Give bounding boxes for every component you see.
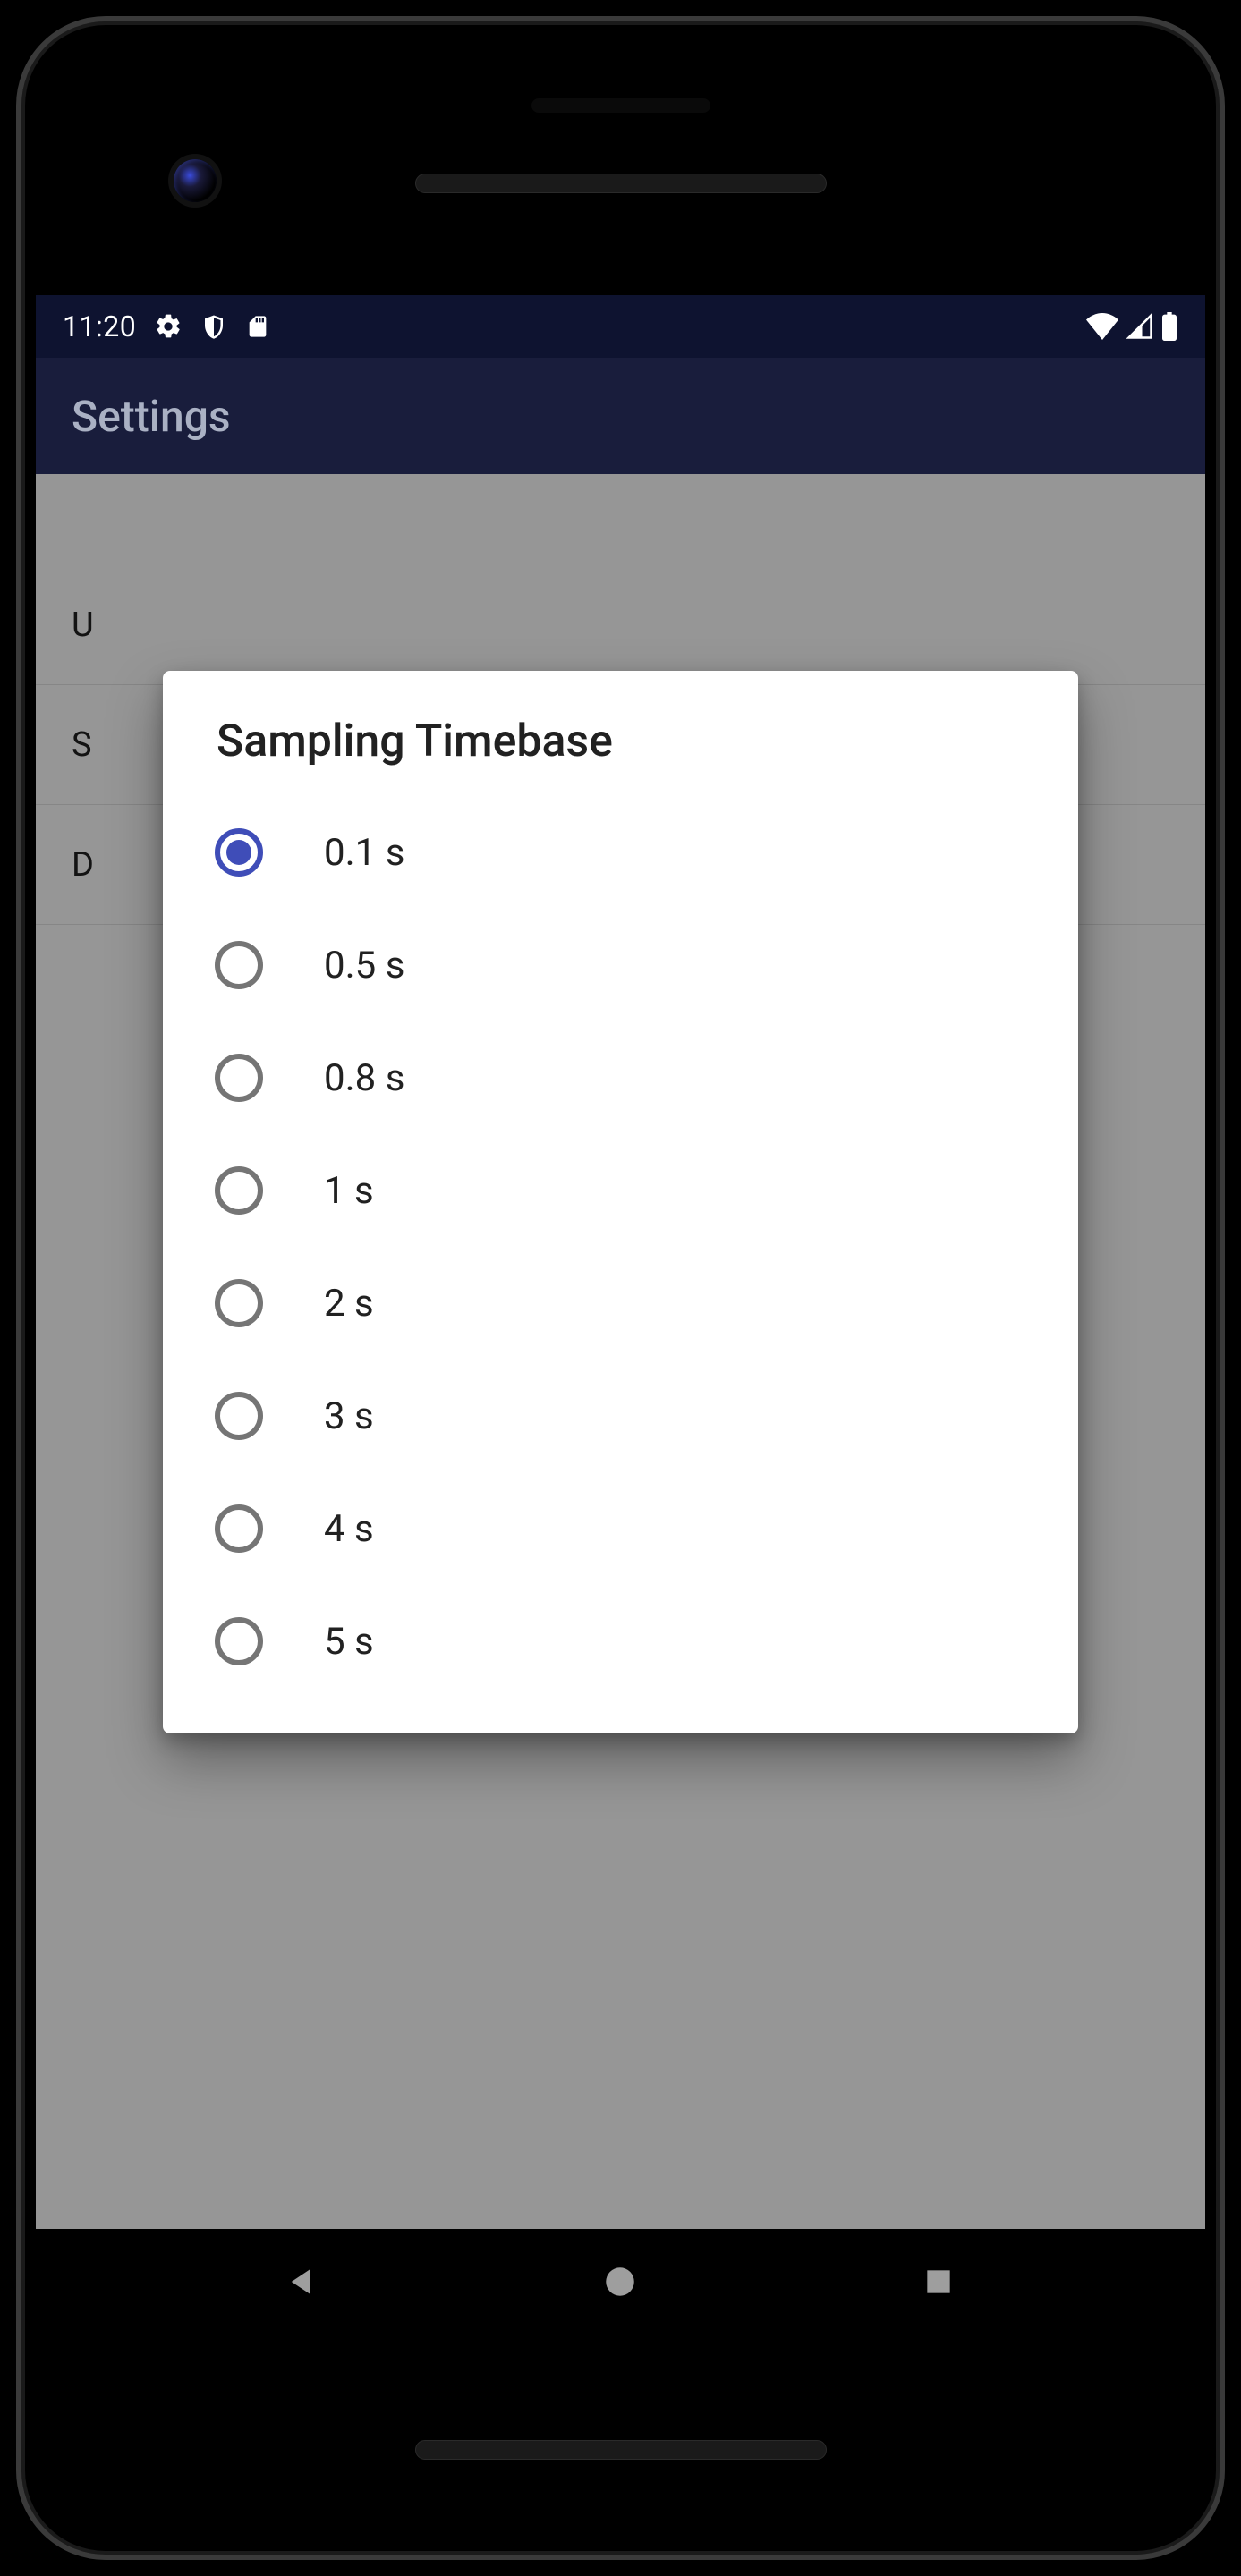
radio-option[interactable]: 0.8 s [163,1021,1078,1134]
radio-option[interactable]: 0.1 s [163,796,1078,909]
gear-icon [154,312,183,341]
dialog-title: Sampling Timebase [163,716,1078,796]
status-bar: 11:20 [36,295,1205,358]
phone-bottom-speaker [415,2440,827,2460]
radio-option-label: 0.5 s [324,944,404,987]
phone-front-camera [174,159,217,202]
status-bar-right [1085,312,1178,341]
nav-recents-button[interactable] [912,2255,965,2309]
radio-group: 0.1 s 0.5 s 0.8 s 1 s 2 s 3 s 4 s 5 s [163,796,1078,1698]
phone-notch [531,98,710,113]
radio-option-label: 1 s [324,1169,374,1213]
radio-option[interactable]: 5 s [163,1585,1078,1698]
radio-option[interactable]: 4 s [163,1472,1078,1585]
radio-option-label: 0.8 s [324,1056,404,1100]
radio-unselected-icon [215,941,263,989]
cell-signal-icon [1125,313,1155,340]
radio-unselected-icon [215,1392,263,1440]
status-bar-left: 11:20 [63,309,1085,343]
radio-unselected-icon [215,1279,263,1327]
sampling-timebase-dialog: Sampling Timebase 0.1 s 0.5 s 0.8 s 1 s 2 s 3… [163,671,1078,1733]
radio-unselected-icon [215,1054,263,1102]
shield-icon [200,313,227,340]
radio-option-label: 5 s [324,1620,374,1664]
status-time: 11:20 [63,309,136,343]
page-title: Settings [72,391,231,442]
radio-option-label: 3 s [324,1394,374,1438]
radio-unselected-icon [215,1504,263,1553]
radio-option[interactable]: 1 s [163,1134,1078,1247]
phone-screen: 11:20 [36,295,1205,2334]
nav-home-button[interactable] [593,2255,647,2309]
battery-icon [1160,312,1178,341]
navigation-bar [36,2229,1205,2334]
radio-selected-icon [215,828,263,877]
phone-bottom-bezel [36,2334,1205,2540]
sd-card-icon [245,313,270,340]
radio-option-label: 0.1 s [324,831,404,875]
radio-unselected-icon [215,1617,263,1665]
phone-top-bezel [36,36,1205,295]
app-bar: Settings [36,358,1205,474]
radio-option-label: 2 s [324,1282,374,1326]
radio-unselected-icon [215,1166,263,1215]
phone-earpiece-speaker [415,174,827,193]
radio-option[interactable]: 3 s [163,1360,1078,1472]
radio-option[interactable]: 2 s [163,1247,1078,1360]
wifi-icon [1085,313,1119,340]
radio-option-label: 4 s [324,1507,374,1551]
phone-frame: 11:20 [0,0,1241,2576]
radio-option[interactable]: 0.5 s [163,909,1078,1021]
nav-back-button[interactable] [276,2255,329,2309]
